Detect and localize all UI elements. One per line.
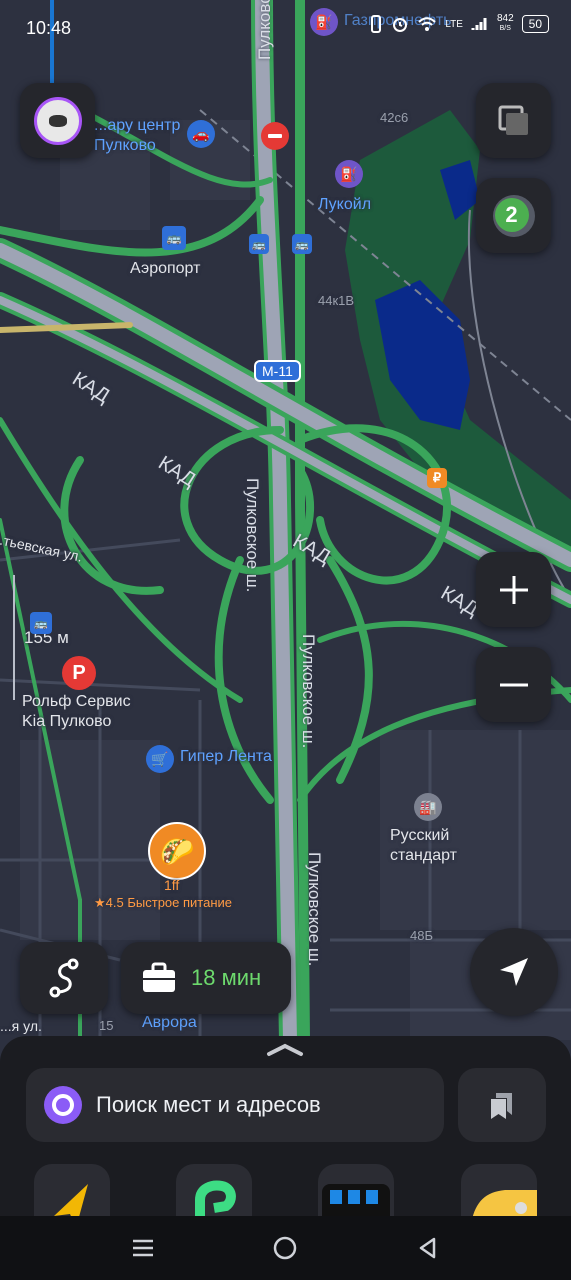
fast-food-icon: 🌮 xyxy=(159,835,195,867)
place-rating-line[interactable]: ★4.5 Быстрое питание xyxy=(94,895,232,911)
zoom-in-button[interactable] xyxy=(476,552,551,627)
status-time: 10:48 xyxy=(26,18,72,38)
friends-layer-button[interactable]: 2 xyxy=(476,178,551,253)
service-tile-transport[interactable] xyxy=(318,1164,394,1222)
route-button[interactable] xyxy=(20,942,108,1014)
road-label-pulkovskoe-1: Пулковское ш. xyxy=(243,478,262,593)
factory-poi-icon[interactable]: 🏭 xyxy=(414,793,442,821)
atm-poi-icon[interactable]: ₽ xyxy=(427,468,447,488)
search-bar[interactable]: Поиск мест и адресов xyxy=(26,1068,444,1142)
label-building-44k1v: 44к1В xyxy=(318,293,355,308)
label-airport[interactable]: Аэропорт xyxy=(130,260,200,278)
search-input[interactable]: Поиск мест и адресов xyxy=(96,1092,321,1118)
navigation-arrow-icon xyxy=(500,958,528,986)
home-circle-icon[interactable] xyxy=(272,1235,298,1261)
briefcase-icon xyxy=(143,962,175,992)
service-tile-go[interactable] xyxy=(176,1164,252,1222)
net-speed-unit: B/S xyxy=(499,25,511,32)
status-bar: 10:48 LTE 842 B/S 50 xyxy=(0,0,571,58)
place-rating: ★4.5 xyxy=(94,895,124,910)
transport-icon xyxy=(322,1184,390,1222)
place-name-1ff[interactable]: 1ff xyxy=(164,877,179,893)
label-airport-center[interactable]: ...ару центр Пулково xyxy=(94,116,180,156)
my-location-button[interactable] xyxy=(470,928,558,1016)
alice-ring xyxy=(52,1094,74,1116)
no-entry-icon xyxy=(261,122,289,150)
bottom-sheet[interactable]: Поиск мест и адресов xyxy=(0,1036,571,1222)
bus-stop-icon-1[interactable]: 🚌 xyxy=(162,226,186,250)
layers-count-badge: 2 xyxy=(494,197,529,232)
screen: 10:48 LTE 842 B/S 50 ...ару центр Пулков… xyxy=(0,0,571,1280)
alarm-icon xyxy=(393,18,408,32)
profile-avatar-button[interactable] xyxy=(20,83,95,158)
minus-icon xyxy=(499,683,528,686)
avatar-image-icon xyxy=(48,114,67,127)
road-label-pulkovskoe-3: Пулковское ш. xyxy=(305,852,324,967)
bus-stop-icon-2[interactable]: 🚌 xyxy=(249,234,269,254)
route-icon xyxy=(49,958,79,998)
go-app-icon xyxy=(195,1180,236,1222)
label-lukoil[interactable]: Лукойл xyxy=(318,196,371,214)
label-russkiy-standart[interactable]: Русский стандарт xyxy=(390,826,457,866)
car-rental-poi-icon[interactable]: 🚗 xyxy=(187,120,215,148)
system-nav-bar xyxy=(0,1216,571,1280)
battery-indicator: 50 xyxy=(521,15,549,33)
layers-button[interactable] xyxy=(476,83,551,158)
label-rolf[interactable]: Рольф Сервис Kia Пулково xyxy=(22,692,131,732)
badge-bg: 2 xyxy=(492,194,535,237)
plus-icon xyxy=(499,575,528,604)
wifi-icon xyxy=(418,17,437,31)
net-speed: 842 B/S xyxy=(497,14,514,34)
bookmarks-button[interactable] xyxy=(458,1068,546,1142)
commute-time: 18 мин xyxy=(191,965,262,990)
label-building-48b: 48Б xyxy=(410,928,433,943)
place-category: Быстрое питание xyxy=(127,895,233,910)
back-triangle-icon[interactable] xyxy=(416,1236,440,1260)
label-building-15: 15 xyxy=(99,1018,114,1033)
label-street-bottom-left: ...я ул. xyxy=(0,1018,42,1034)
service-tile-navigator[interactable] xyxy=(34,1164,110,1222)
sheet-handle-chevron-up-icon[interactable] xyxy=(265,1042,305,1058)
layers-icon xyxy=(498,105,528,135)
status-icons: LTE 842 B/S 50 xyxy=(369,14,549,34)
recent-apps-menu-icon[interactable] xyxy=(131,1236,155,1260)
bus-stop-icon-3[interactable]: 🚌 xyxy=(292,234,312,254)
place-marker-1ff[interactable]: 🌮 xyxy=(148,822,206,880)
phone-vibrate-icon xyxy=(371,15,382,33)
fuel-station-poi-icon[interactable]: ⛽ xyxy=(335,160,363,188)
label-building-42c6: 42с6 xyxy=(380,110,409,125)
alice-assistant-icon[interactable] xyxy=(44,1086,82,1124)
highway-shield-m11: М-11 xyxy=(254,360,301,382)
commute-to-work-button[interactable]: 18 мин xyxy=(121,942,291,1014)
signal-icon xyxy=(471,18,487,30)
net-speed-value: 842 xyxy=(496,13,514,24)
network-type: LTE xyxy=(445,18,463,30)
parking-poi-icon[interactable]: P xyxy=(62,656,96,690)
taxi-car-icon xyxy=(471,1190,537,1222)
bus-stop-icon-4[interactable]: 🚌 xyxy=(30,612,52,634)
navigator-icon xyxy=(54,1184,88,1222)
shopping-cart-poi-icon[interactable]: 🛒 xyxy=(146,745,174,773)
road-label-pulkovskoe-2: Пулковское ш. xyxy=(299,634,318,749)
avatar xyxy=(33,96,82,145)
zoom-out-button[interactable] xyxy=(476,647,551,722)
service-tile-taxi[interactable] xyxy=(461,1164,537,1222)
label-avrora[interactable]: Аврора xyxy=(142,1014,197,1032)
label-giper-lenta[interactable]: Гипер Лента xyxy=(180,748,272,766)
bookmarks-icon xyxy=(491,1093,512,1119)
